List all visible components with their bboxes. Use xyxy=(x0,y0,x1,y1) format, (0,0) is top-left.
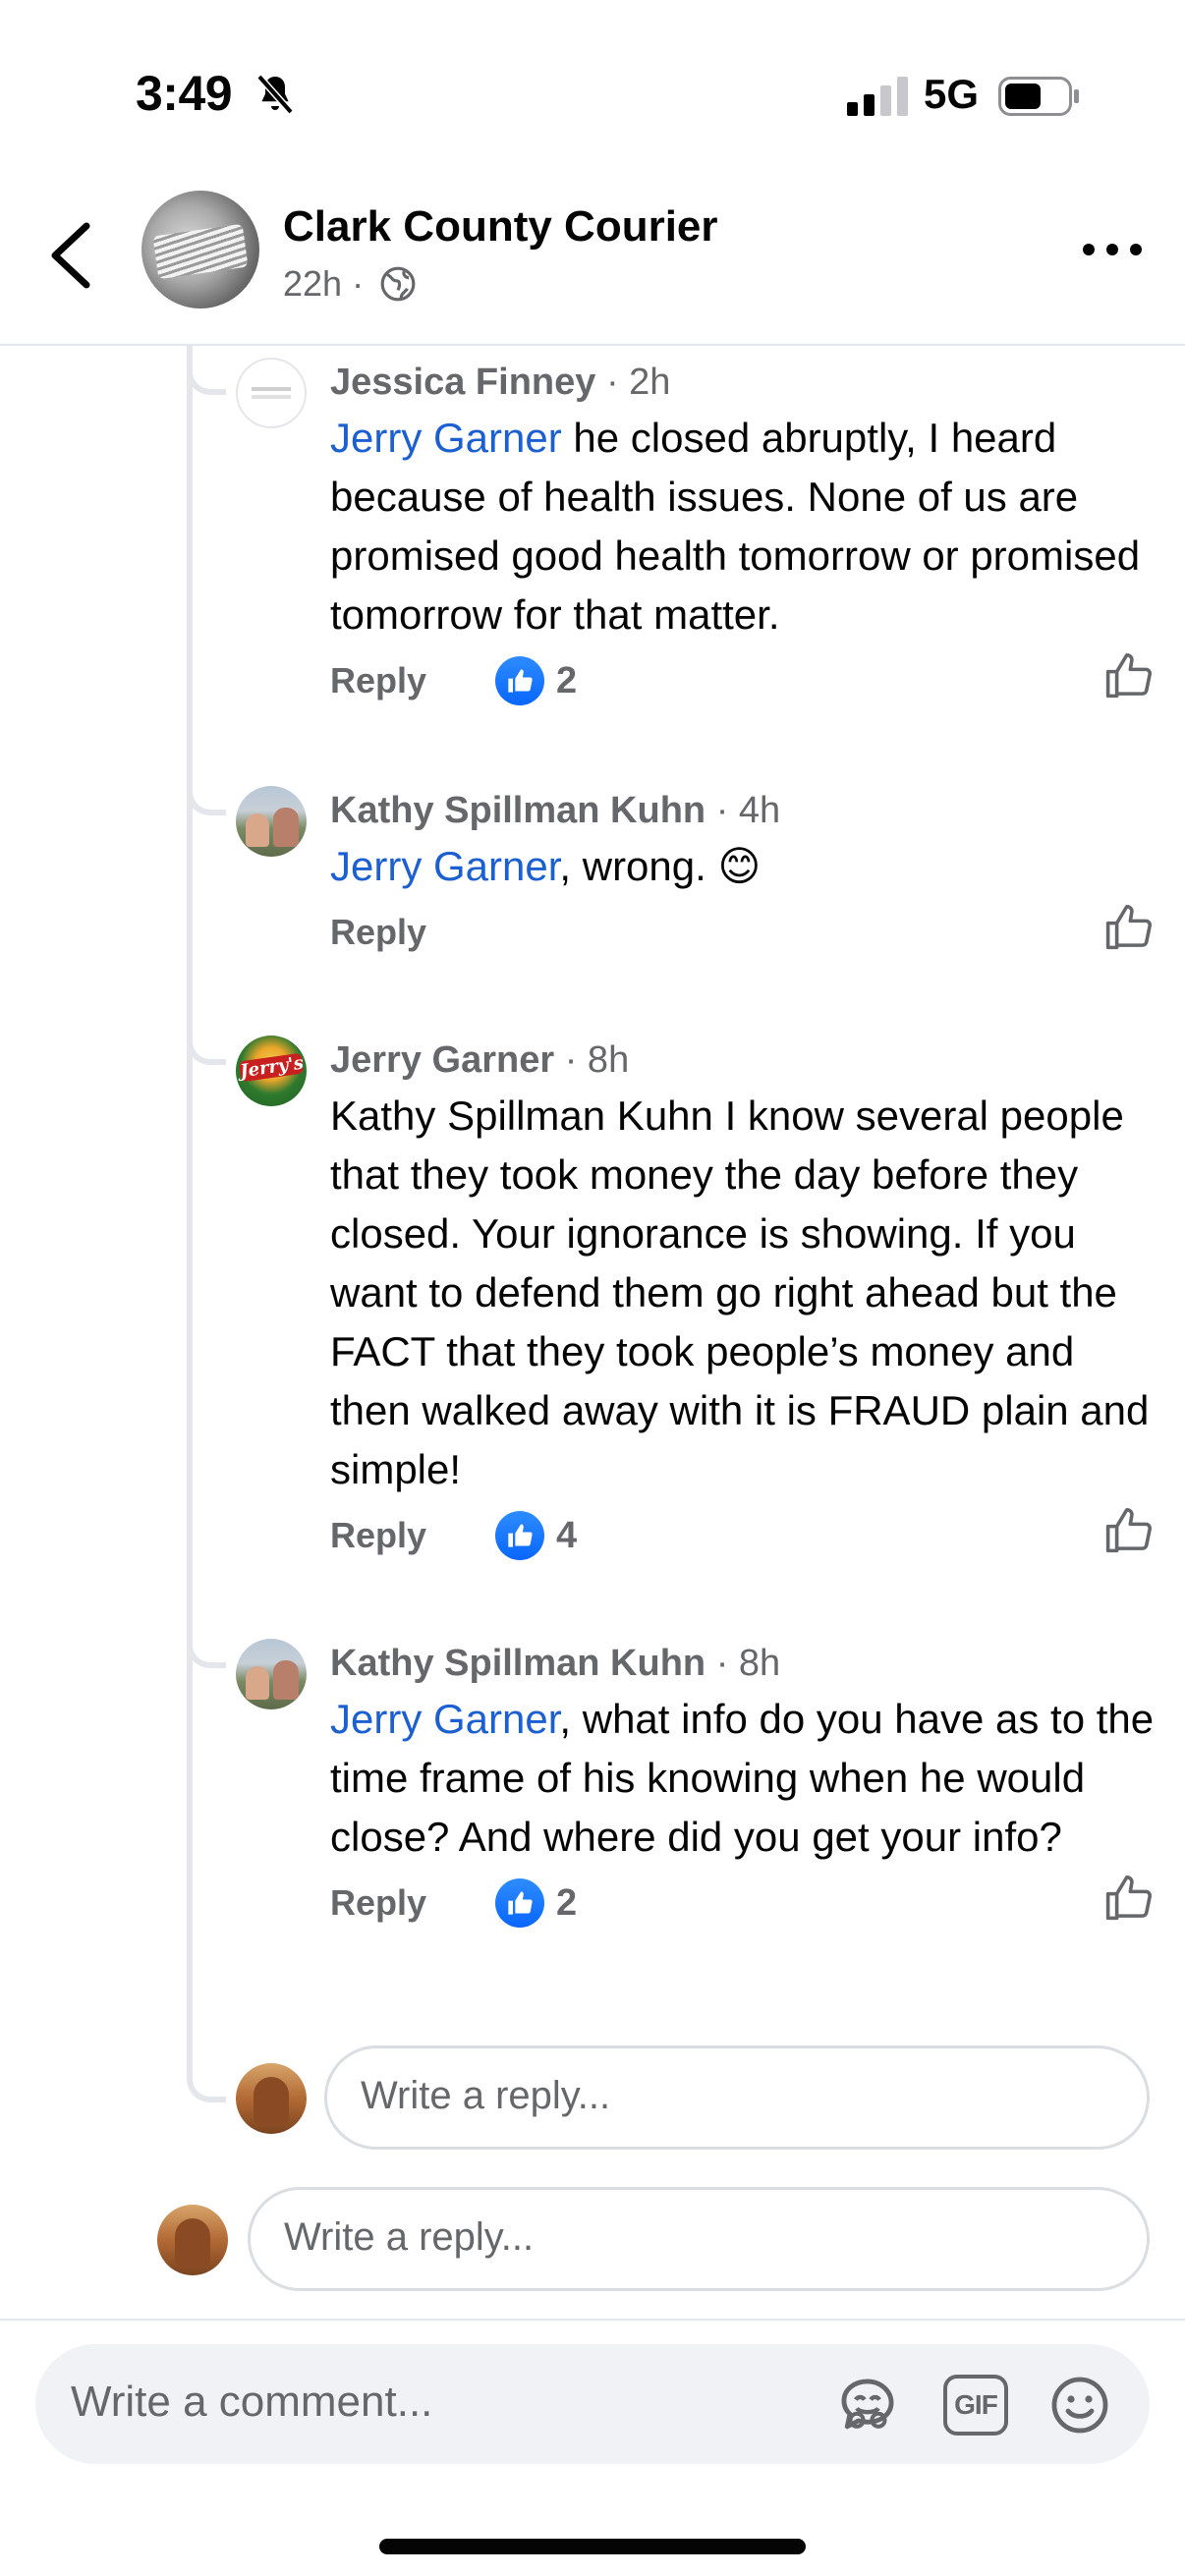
post-time: 22h · xyxy=(283,263,365,304)
like-reaction-icon xyxy=(495,1878,544,1928)
like-reaction-icon xyxy=(495,656,544,705)
status-bar: 3:49 5G xyxy=(0,0,1185,177)
comment-composer[interactable]: GIF xyxy=(35,2344,1150,2464)
reply-input[interactable] xyxy=(361,2074,1017,2118)
emoji-icon[interactable] xyxy=(1045,2374,1114,2436)
gif-icon[interactable]: GIF xyxy=(943,2375,1008,2436)
like-icon[interactable] xyxy=(1102,1871,1156,1924)
thread-line xyxy=(187,346,193,2075)
comment-time: · 8h xyxy=(564,1039,630,1081)
thread-branch xyxy=(187,346,226,395)
like-icon[interactable] xyxy=(1102,648,1156,701)
comment-composer-area: GIF xyxy=(0,2319,1185,2576)
thread-branch xyxy=(187,2063,226,2102)
reaction-count: 2 xyxy=(556,1882,578,1924)
battery-icon xyxy=(998,77,1079,116)
globe-icon xyxy=(380,266,416,302)
reply-input[interactable] xyxy=(284,2215,1001,2260)
thread-branch xyxy=(187,1629,226,1668)
status-time: 3:49 xyxy=(136,66,233,121)
avatar[interactable] xyxy=(236,1036,307,1106)
avatar[interactable] xyxy=(236,786,307,857)
comment-time: · 4h xyxy=(715,790,781,831)
avatar[interactable] xyxy=(236,1639,307,1709)
comment-time: · 8h xyxy=(715,1643,781,1684)
network-type: 5G xyxy=(924,71,980,117)
post-header: Clark County Courier 22h · xyxy=(0,177,1185,346)
comment-text: Jerry Garner, wrong. 😊 xyxy=(330,843,762,889)
thread-branch xyxy=(187,776,226,815)
like-reaction-icon xyxy=(495,1511,544,1560)
reply-button[interactable]: Reply xyxy=(330,1515,426,1556)
reply-button[interactable]: Reply xyxy=(330,660,426,701)
comment-author[interactable]: Kathy Spillman Kuhn xyxy=(330,1643,705,1684)
like-icon[interactable] xyxy=(1102,1503,1156,1556)
comment-text: Jerry Garner, what info do you have as t… xyxy=(330,1696,1155,1860)
mention-link[interactable]: Jerry Garner xyxy=(330,843,559,889)
comment-time: · 2h xyxy=(605,362,671,403)
like-icon[interactable] xyxy=(1102,900,1156,953)
page-name[interactable]: Clark County Courier xyxy=(283,202,718,252)
my-avatar xyxy=(236,2063,307,2134)
reply-field[interactable] xyxy=(324,2045,1150,2150)
comment-author[interactable]: Jessica Finney xyxy=(330,362,595,403)
avatar[interactable] xyxy=(236,358,307,428)
page-avatar[interactable] xyxy=(141,191,259,308)
reaction-count: 4 xyxy=(556,1515,578,1556)
comment-author[interactable]: Jerry Garner xyxy=(330,1039,554,1081)
reaction-count: 2 xyxy=(556,660,578,701)
reply-button[interactable]: Reply xyxy=(330,1882,426,1924)
more-icon[interactable] xyxy=(1081,238,1144,261)
mention-link[interactable]: Jerry Garner xyxy=(330,415,562,461)
comment-text: Kathy Spillman Kuhn I know several peopl… xyxy=(330,1092,1150,1492)
comment-text: Jerry Garner he closed abruptly, I heard… xyxy=(330,415,1141,638)
home-indicator xyxy=(379,2539,806,2554)
mention-link[interactable]: Jerry Garner xyxy=(330,1696,559,1742)
reply-button[interactable]: Reply xyxy=(330,912,426,953)
my-avatar xyxy=(157,2205,228,2275)
comment-author[interactable]: Kathy Spillman Kuhn xyxy=(330,790,705,831)
signal-icon xyxy=(847,77,908,116)
reply-field[interactable] xyxy=(248,2187,1150,2291)
bell-off-icon xyxy=(256,74,294,115)
back-icon[interactable] xyxy=(47,220,94,291)
avatar-sticker-icon[interactable] xyxy=(833,2374,902,2436)
thread-branch xyxy=(187,1026,226,1065)
comment-input[interactable] xyxy=(71,2378,778,2427)
